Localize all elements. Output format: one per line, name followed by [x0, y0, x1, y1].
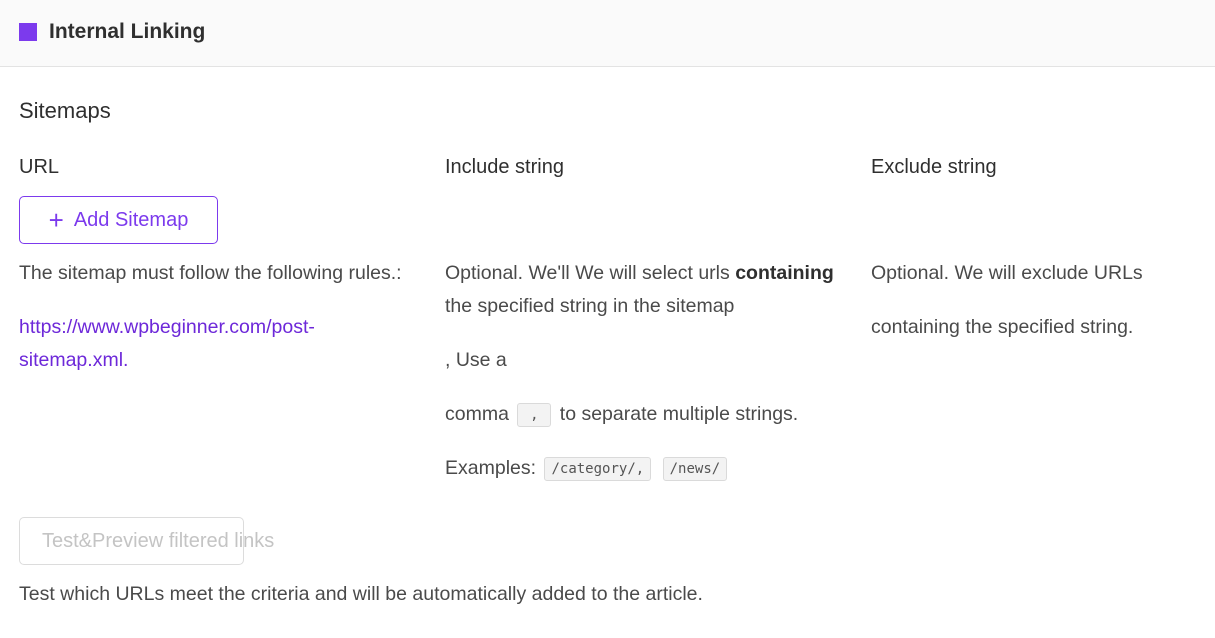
include-use-a: , Use a — [445, 349, 507, 371]
add-sitemap-label: Add Sitemap — [73, 208, 189, 231]
test-description: Test which URLs meet the criteria and wi… — [19, 583, 703, 605]
panel-title: Internal Linking — [49, 20, 206, 43]
comma-word: comma — [445, 403, 509, 425]
exclude-description-line2: containing the specified string. — [871, 316, 1134, 338]
comma-code: , — [517, 402, 552, 427]
column-header-include: Include string — [445, 156, 564, 178]
examples-label: Examples: — [445, 457, 537, 479]
section-title: Sitemaps — [19, 98, 111, 123]
separate-text: to separate multiple strings. — [559, 403, 799, 425]
include-description: Optional. We'll We will select urls cont… — [445, 257, 865, 323]
panel-header: Internal Linking — [0, 0, 1215, 67]
plus-icon: + — [48, 205, 64, 235]
test-preview-label: Test&Preview filtered links — [42, 530, 275, 552]
column-header-exclude: Exclude string — [871, 156, 997, 178]
example-code-2: /news/ — [662, 456, 728, 481]
column-header-url: URL — [19, 156, 60, 178]
section-marker-icon — [19, 23, 37, 41]
include-examples: Examples: /category/, /news/ — [445, 452, 730, 485]
include-desc-post: the specified string in the sitemap — [445, 295, 735, 317]
test-preview-button[interactable]: Test&Preview filtered links — [19, 517, 274, 565]
sitemap-rules-text: The sitemap must follow the following ru… — [19, 262, 402, 284]
add-sitemap-button[interactable]: + Add Sitemap — [19, 196, 218, 244]
exclude-description-line1: Optional. We will exclude URLs — [871, 262, 1143, 284]
include-comma-line: comma , to separate multiple strings. — [445, 398, 798, 431]
include-desc-pre: Optional. We'll We will select urls — [445, 262, 736, 284]
include-desc-bold: containing — [735, 262, 834, 284]
example-code-1: /category/, — [544, 456, 652, 481]
sitemap-example-link[interactable]: https://www.wpbeginner.com/post-sitemap.… — [19, 311, 409, 377]
